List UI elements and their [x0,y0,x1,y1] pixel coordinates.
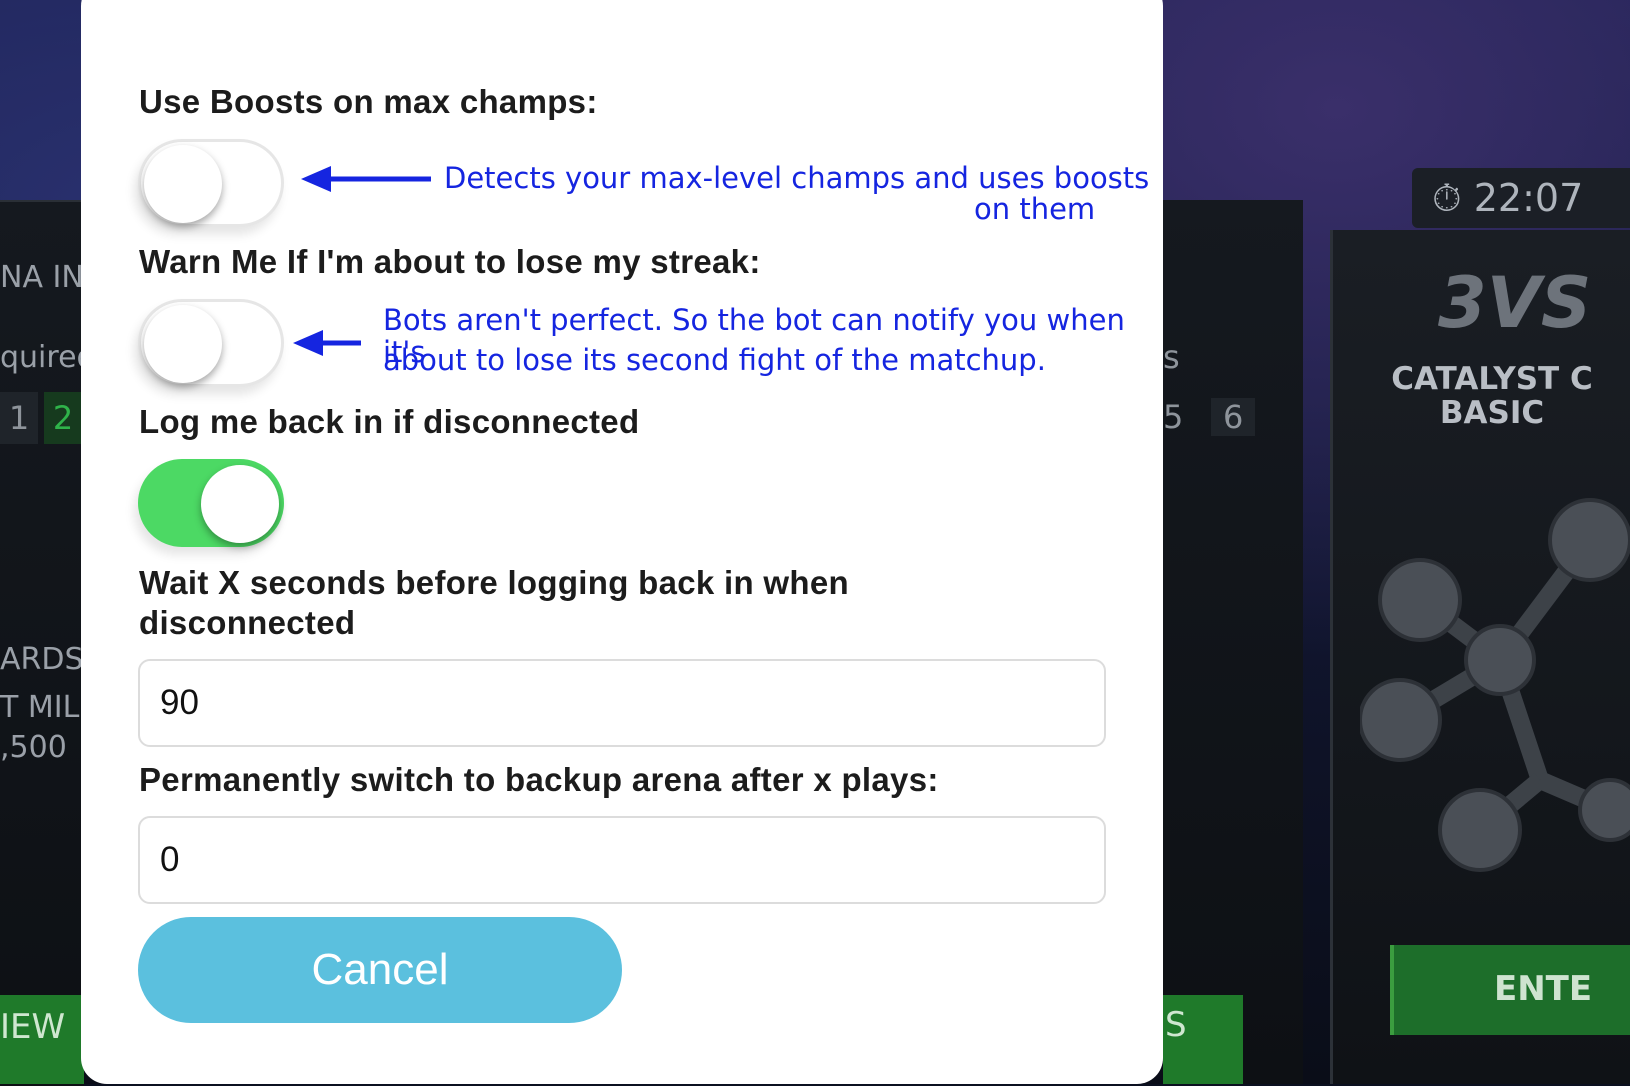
settings-modal: Use Boosts on max champs: Detects your m… [81,0,1163,1084]
boosts-toggle[interactable] [138,139,284,227]
wait-label-line2: disconnected [139,604,356,641]
bg-right-text: 6 [1211,398,1256,436]
bg-timer: ⏱ 22:07 [1412,168,1630,228]
bg-enter-label: ENTE [1494,969,1593,1009]
bg-left-text: ARDS [0,642,84,677]
boosts-label: Use Boosts on max champs: [139,83,598,120]
wait-seconds-input[interactable]: 90 [138,659,1106,747]
backup-plays-input[interactable]: 0 [138,816,1106,904]
relog-toggle[interactable] [138,459,284,547]
arrow-left-icon [301,166,431,192]
bg-chip: 2 [44,392,82,444]
toggle-knob [201,465,279,543]
relog-label: Log me back in if disconnected [139,403,640,440]
bg-enter-button: ENTE [1390,945,1630,1035]
wait-label-line1: Wait X seconds before logging back in wh… [139,564,849,601]
bg-left-text: T MIL [0,690,80,725]
stopwatch-icon: ⏱ [1432,176,1462,220]
bg-view-button: IEW [0,995,84,1084]
background-right-panel: s 5 6 [1163,200,1303,1084]
toggle-knob [144,145,222,223]
warn-streak-toggle[interactable] [138,299,284,387]
bg-timer-text: 22:07 [1473,176,1584,220]
cancel-button[interactable]: Cancel [138,917,622,1023]
bg-right-text: s [1163,338,1180,376]
boosts-annotation-line2: on them [974,192,1096,226]
bg-catalyst-text: CATALYST C BASIC [1391,361,1593,431]
toggle-knob [144,305,222,383]
bg-vs-logo: 3VS [1438,262,1592,344]
catalyst-molecule-icon [1360,498,1630,872]
bg-view-label: IEW [0,1007,66,1047]
bg-right-green-label: S [1165,1005,1187,1045]
warn-annotation-line2: about to lose its second fight of the ma… [383,343,1046,377]
background-left-panel: NA IN quired ARDS T MIL ,500 [0,200,96,1086]
bg-right-text: 5 [1163,398,1184,436]
bg-chip: 1 [0,392,38,444]
arrow-left-icon [293,330,361,356]
bg-right-green: S [1163,995,1243,1084]
warn-label: Warn Me If I'm about to lose my streak: [139,243,761,280]
bg-left-text: NA IN [0,260,84,295]
boosts-annotation-line1: Detects your max-level champs and uses b… [444,161,1150,195]
bg-left-text: ,500 [0,730,67,765]
backup-label: Permanently switch to backup arena after… [139,761,939,798]
